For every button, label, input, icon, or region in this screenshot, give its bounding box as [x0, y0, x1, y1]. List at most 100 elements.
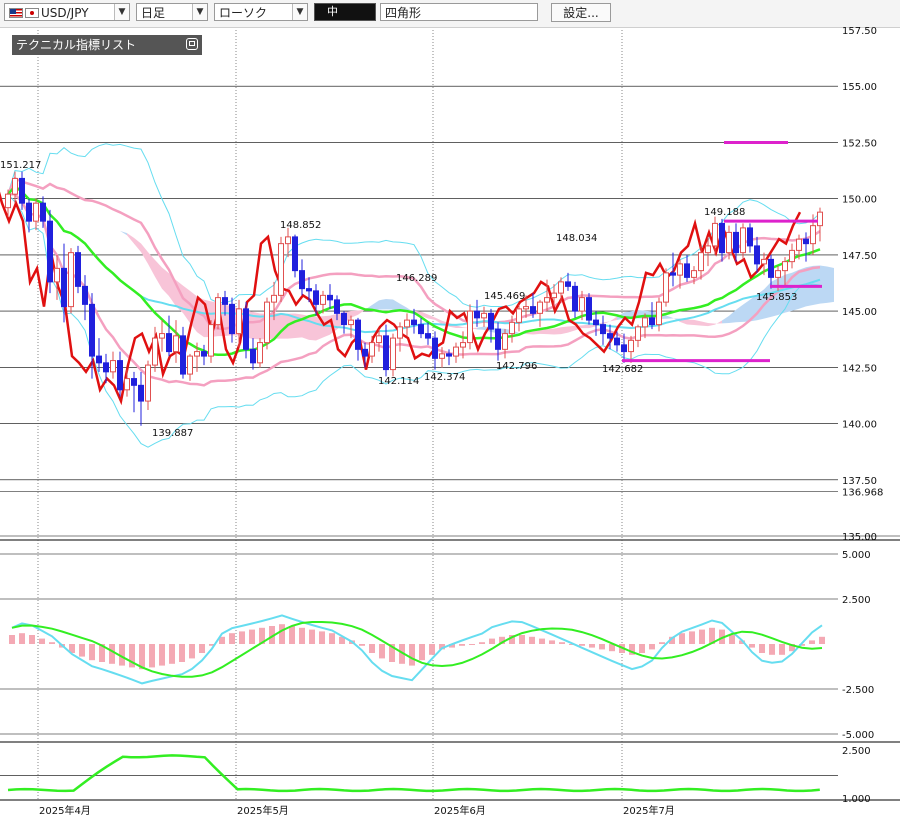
macd-histogram-bar [39, 638, 45, 644]
price-annotation: 142.114 [378, 376, 419, 387]
candle-body [705, 245, 711, 254]
price-axis-label: 152.50 [842, 138, 877, 149]
candle-body [40, 202, 46, 222]
ichimoku-cloud [400, 303, 407, 310]
candle [110, 351, 116, 379]
macd-histogram-bar [809, 640, 815, 644]
candle [250, 338, 256, 370]
macd-histogram-bar [519, 635, 525, 644]
ichimoku-cloud [554, 327, 561, 335]
price-annotation: 146.289 [396, 273, 437, 284]
price-annotation: 142.682 [602, 364, 643, 375]
candle-body [747, 227, 753, 247]
macd-histogram-bar [639, 644, 645, 653]
candle-body [754, 245, 760, 265]
ichimoku-cloud [358, 309, 365, 315]
candle-body [5, 193, 11, 209]
candle-body [572, 285, 578, 312]
restore-window-icon[interactable] [186, 38, 198, 50]
ichimoku-cloud [309, 315, 316, 341]
macd-histogram-bar [49, 642, 55, 644]
ichimoku-cloud [582, 324, 589, 329]
candle [383, 324, 389, 377]
macd-axis-label: -5.000 [842, 730, 874, 741]
macd-histogram-bar [749, 644, 755, 648]
ichimoku-cloud [827, 266, 834, 303]
candle-body [418, 324, 424, 335]
price-annotation: 142.374 [424, 372, 465, 383]
candle-body [530, 306, 536, 314]
price-axis-label: 135.00 [842, 532, 877, 543]
ichimoku-cloud [141, 243, 148, 264]
candle [481, 306, 487, 327]
ichimoku-cloud [715, 320, 722, 325]
price-annotation: 145.853 [756, 292, 797, 303]
candle-body [166, 333, 172, 353]
candle [397, 322, 403, 352]
candle-body [810, 225, 816, 245]
candle [187, 353, 193, 381]
candle-body [383, 335, 389, 371]
candle-body [481, 312, 487, 319]
candle-body [607, 333, 613, 339]
price-axis-label: 155.00 [842, 82, 877, 93]
macd-histogram-bar [319, 631, 325, 644]
macd-histogram-bar [189, 644, 195, 659]
macd-histogram-bar [109, 644, 115, 664]
candle [404, 313, 410, 336]
ichimoku-cloud [547, 328, 554, 335]
date-axis-label: 2025年6月 [434, 804, 486, 817]
candle-body [537, 301, 543, 314]
price-annotation: 148.852 [280, 220, 321, 231]
candle [684, 254, 690, 282]
candle-body [397, 326, 403, 339]
candle [264, 297, 270, 350]
candle-body [285, 236, 291, 245]
candle [663, 268, 669, 307]
macd-histogram-bar [729, 635, 735, 644]
candle-body [173, 335, 179, 353]
macd-histogram-bar [419, 644, 425, 661]
ichimoku-cloud [148, 252, 155, 277]
macd-histogram-bar [769, 644, 775, 655]
macd-histogram-bar [379, 644, 385, 659]
price-axis-label: 140.00 [842, 420, 877, 431]
macd-axis-label: 5.000 [842, 550, 871, 561]
candle [131, 371, 137, 413]
candle [68, 248, 74, 314]
candle-body [712, 222, 718, 247]
ichimoku-cloud [120, 230, 127, 236]
candle [82, 275, 88, 321]
candle-body [726, 231, 732, 254]
ichimoku-cloud [71, 186, 78, 192]
technical-indicator-list-panel[interactable]: テクニカル指標リスト [12, 35, 202, 55]
price-axis-label: 136.968 [842, 488, 883, 499]
ichimoku-cloud [393, 299, 400, 310]
macd-histogram-bar [9, 635, 15, 644]
candle [789, 243, 795, 269]
candle [145, 360, 151, 411]
candle-body [187, 355, 193, 375]
candle-body [236, 308, 242, 335]
ichimoku-cloud [568, 325, 575, 333]
candle-body [68, 252, 74, 308]
macd-histogram-bar [679, 633, 685, 644]
candle-body [600, 324, 606, 335]
candle-body [593, 319, 599, 326]
price-annotation: 139.887 [152, 428, 193, 439]
chart-area[interactable]: 157.50 155.00 152.50 150.00 147.50 145.00 142.… [0, 0, 900, 821]
candle-body [621, 344, 627, 353]
candle-body [775, 270, 781, 278]
candle-body [768, 258, 774, 278]
candle-body [229, 303, 235, 335]
candle-body [390, 337, 396, 371]
ichimoku-cloud [106, 214, 113, 222]
candle [292, 234, 298, 278]
ichimoku-cloud [561, 326, 568, 335]
lower-indicator-line [7, 754, 820, 793]
macd-histogram-bar [279, 624, 285, 644]
ichimoku-cloud [113, 221, 120, 231]
macd-histogram-bar [309, 629, 315, 644]
candle-body [684, 263, 690, 278]
macd-axis-label: 2.500 [842, 595, 871, 606]
